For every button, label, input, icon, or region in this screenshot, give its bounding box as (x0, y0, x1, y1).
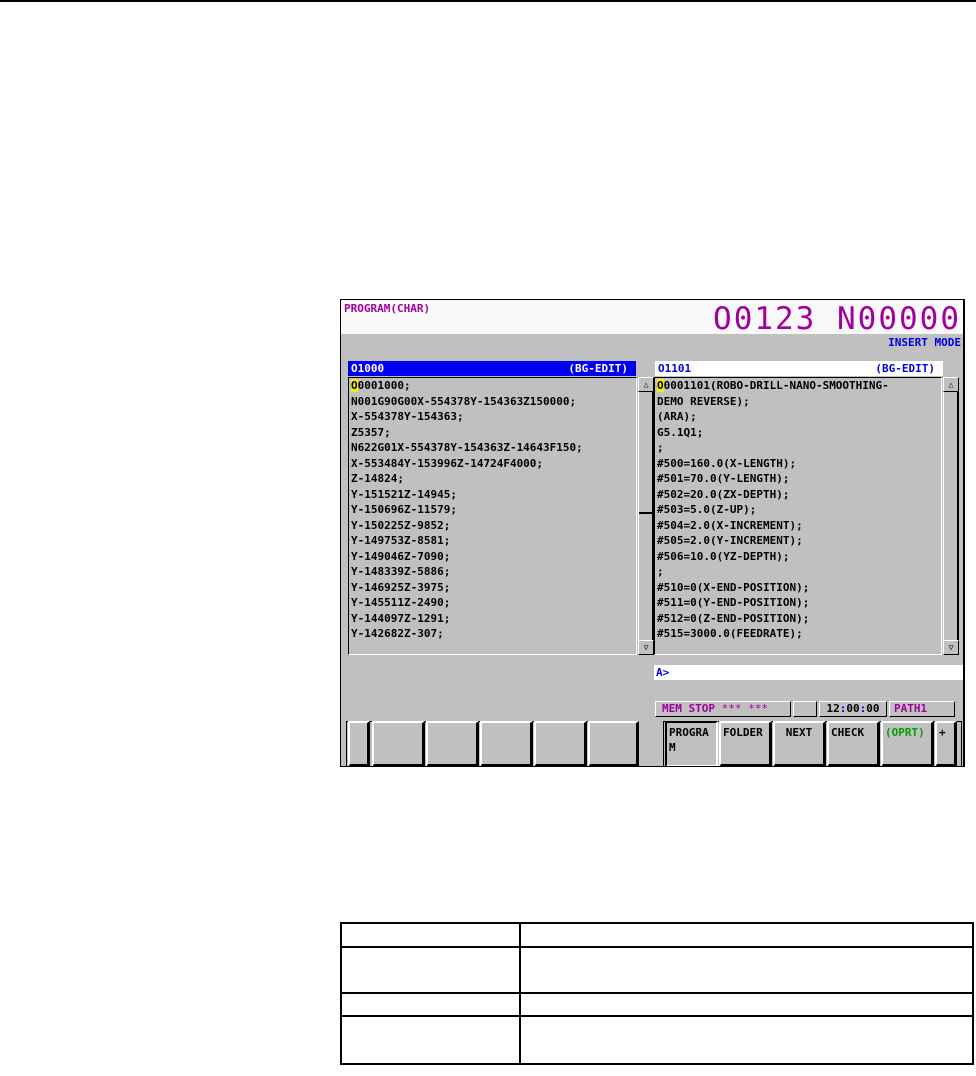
right-program-editor[interactable]: O0001101(ROBO-DRILL-NANO-SMOOTHING- DEMO … (654, 377, 942, 655)
program-number: O0123 N00000 (713, 301, 961, 337)
right-scrollbar[interactable]: △ ▽ (943, 377, 959, 655)
code-line[interactable]: Y-151521Z-14945; (349, 487, 636, 503)
scroll-track[interactable] (638, 392, 654, 640)
code-line[interactable]: ; (655, 564, 941, 580)
status-clock: 12:00:00 (819, 701, 887, 717)
code-line[interactable]: #506=10.0(YZ-DEPTH); (655, 549, 941, 565)
status-alarm: *** *** (721, 702, 768, 715)
table-cell (519, 992, 974, 1017)
code-line[interactable]: Y-149046Z-7090; (349, 549, 636, 565)
code-line[interactable]: Y-145511Z-2490; (349, 595, 636, 611)
scroll-track[interactable] (943, 392, 959, 640)
scroll-thumb[interactable] (639, 392, 653, 514)
code-line[interactable]: Z-14824; (349, 471, 636, 487)
clock-minutes: 00 (846, 702, 860, 715)
code-line[interactable]: #504=2.0(X-INCREMENT); (655, 518, 941, 534)
code-line[interactable]: ; (655, 440, 941, 456)
scroll-down-icon[interactable]: ▽ (638, 640, 654, 655)
code-line[interactable]: G5.1Q1; (655, 425, 941, 441)
key-input-buffer[interactable]: A> (654, 665, 963, 680)
softkey-operation[interactable]: (OPRT) (881, 721, 934, 766)
code-line[interactable]: #505=2.0(Y-INCREMENT); (655, 533, 941, 549)
table-cell (340, 922, 521, 948)
scroll-up-icon[interactable]: △ (943, 377, 959, 392)
table-row (340, 946, 974, 994)
code-line[interactable]: #502=20.0(ZX-DEPTH); (655, 487, 941, 503)
code-line[interactable]: Y-142682Z-307; (349, 626, 636, 642)
code-line[interactable]: X-553484Y-153996Z-14724F4000; (349, 456, 636, 472)
code-line[interactable]: X-554378Y-154363; (349, 409, 636, 425)
table-cell (340, 946, 521, 994)
code-line[interactable]: Y-150696Z-11579; (349, 502, 636, 518)
table-cell (519, 922, 974, 948)
code-text: 0001000; (357, 379, 411, 392)
softkey-check[interactable]: CHECK (827, 721, 880, 766)
scroll-down-icon[interactable]: ▽ (943, 640, 959, 655)
clock-seconds: 00 (866, 702, 880, 715)
softkey-bar: PROGRAM FOLDER NEXT CHECK (OPRT) + (346, 721, 962, 766)
right-program-name: O1101 (658, 362, 692, 375)
left-scrollbar[interactable]: △ ▽ (638, 377, 654, 655)
table-cell (519, 946, 974, 994)
code-line[interactable]: #515=3000.0(FEEDRATE); (655, 626, 941, 642)
left-edit-status: (BG-EDIT) (568, 362, 628, 375)
code-line[interactable]: #512=0(Z-END-POSITION); (655, 611, 941, 627)
code-line[interactable]: N001G90G00X-554378Y-154363Z150000; (349, 394, 636, 410)
code-text: 0001101(ROBO-DRILL-NANO-SMOOTHING- (663, 379, 889, 392)
table-row (340, 992, 974, 1017)
code-line[interactable]: #510=0(X-END-POSITION); (655, 580, 941, 596)
softkey-blank-3[interactable] (480, 721, 533, 766)
code-line[interactable]: Z5357; (349, 425, 636, 441)
cnc-screen: PROGRAM(CHAR) O0123 N00000 INSERT MODE O… (340, 299, 965, 767)
edit-cursor: O (351, 379, 358, 392)
status-mode: MEM STOP *** *** (655, 701, 791, 717)
code-line[interactable]: (ARA); (655, 409, 941, 425)
softkey-blank-2[interactable] (426, 721, 479, 766)
screen-title: PROGRAM(CHAR) (344, 302, 431, 315)
right-edit-status: (BG-EDIT) (875, 362, 935, 375)
edit-cursor: O (657, 379, 664, 392)
description-table (340, 922, 974, 1065)
code-line[interactable]: #503=5.0(Z-UP); (655, 502, 941, 518)
code-line[interactable]: #500=160.0(X-LENGTH); (655, 456, 941, 472)
status-path: PATH1 (889, 701, 955, 717)
code-line[interactable]: #501=70.0(Y-LENGTH); (655, 471, 941, 487)
table-cell (340, 1015, 521, 1065)
scroll-up-icon[interactable]: △ (638, 377, 654, 392)
left-program-editor[interactable]: O0001000; N001G90G00X-554378Y-154363Z1500… (348, 377, 637, 655)
code-line[interactable]: DEMO REVERSE); (655, 394, 941, 410)
code-line[interactable]: Y-146925Z-3975; (349, 580, 636, 596)
code-line[interactable]: O0001101(ROBO-DRILL-NANO-SMOOTHING- (655, 378, 941, 394)
code-line[interactable]: #511=0(Y-END-POSITION); (655, 595, 941, 611)
clock-hours: 12 (826, 702, 840, 715)
softkey-blank-4[interactable] (534, 721, 587, 766)
status-mode-text: MEM STOP (662, 702, 715, 715)
code-line[interactable]: Y-150225Z-9852; (349, 518, 636, 534)
page-top-rule (0, 0, 976, 2)
table-row (340, 1015, 974, 1065)
softkey-more[interactable]: + (935, 721, 957, 766)
softkey-return[interactable] (348, 721, 370, 766)
left-program-name: O1000 (351, 362, 385, 375)
code-line[interactable]: Y-144097Z-1291; (349, 611, 636, 627)
table-cell (519, 1015, 974, 1065)
table-row (340, 922, 974, 948)
right-pane-header[interactable]: O1101 (BG-EDIT) (655, 361, 943, 376)
softkey-folder[interactable]: FOLDER (719, 721, 772, 766)
code-line[interactable]: Y-149753Z-8581; (349, 533, 636, 549)
softkey-blank-1[interactable] (372, 721, 425, 766)
code-line[interactable]: O0001000; (349, 378, 636, 394)
code-line[interactable]: Y-148339Z-5886; (349, 564, 636, 580)
softkey-program[interactable]: PROGRAM (665, 721, 718, 766)
left-pane-header[interactable]: O1000 (BG-EDIT) (348, 361, 636, 376)
title-bar: PROGRAM(CHAR) O0123 N00000 (341, 300, 963, 337)
edit-mode: INSERT MODE (888, 336, 961, 349)
softkey-next[interactable]: NEXT (773, 721, 826, 766)
status-blank (793, 701, 817, 717)
code-line[interactable]: N622G01X-554378Y-154363Z-14643F150; (349, 440, 636, 456)
table-cell (340, 992, 521, 1017)
softkey-blank-5[interactable] (588, 721, 639, 766)
